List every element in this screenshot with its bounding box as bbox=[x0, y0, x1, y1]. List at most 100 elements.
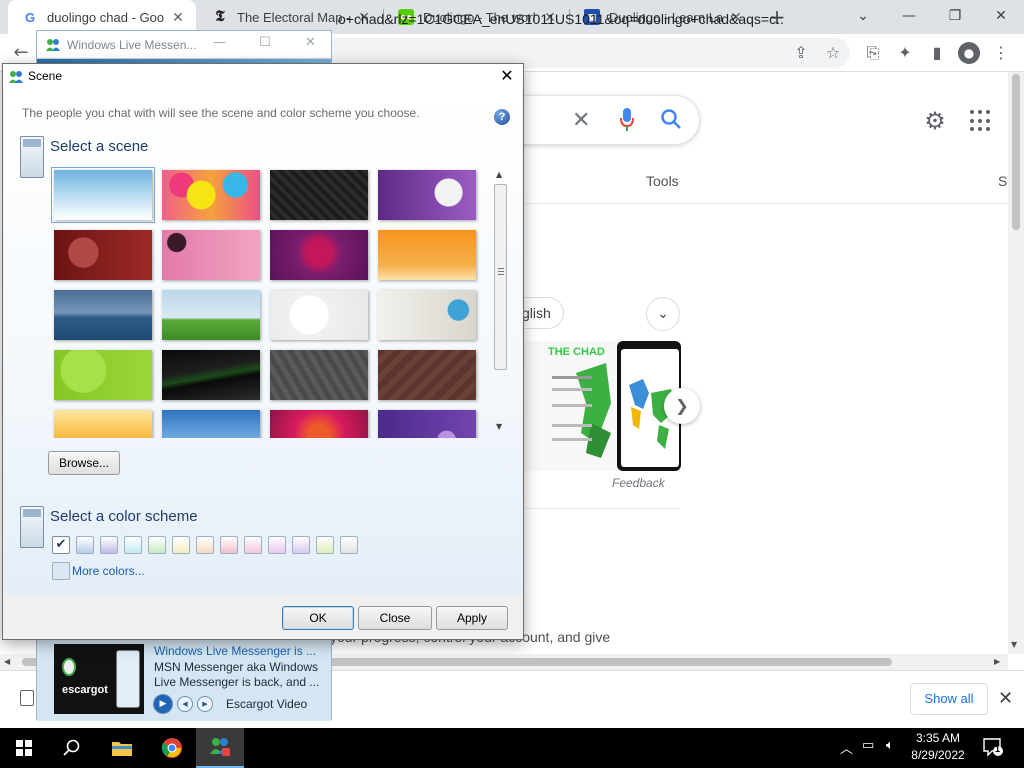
taskbar-clock[interactable]: 3:35 AM 8/29/2022 bbox=[900, 730, 976, 764]
scene-thumbnail-colorful-swirls[interactable] bbox=[162, 170, 260, 220]
color-swatch-pink[interactable] bbox=[244, 536, 262, 554]
scene-thumbnail-green-field[interactable] bbox=[162, 290, 260, 340]
ok-button[interactable]: OK bbox=[282, 606, 354, 630]
tab-duolingo-chad-search[interactable]: G duolingo chad - Google Search ✕ bbox=[8, 0, 196, 34]
back-arrow-icon[interactable]: ← bbox=[10, 42, 32, 64]
share-icon[interactable]: ⇪ bbox=[790, 42, 812, 64]
color-swatch-lime[interactable] bbox=[316, 536, 334, 554]
color-swatch-lavender[interactable] bbox=[292, 536, 310, 554]
color-swatch-cyan[interactable] bbox=[124, 536, 142, 554]
scene-thumbnail-black-green[interactable] bbox=[162, 350, 260, 400]
scene-thumbnail-magenta-flower[interactable] bbox=[270, 230, 368, 280]
scene-thumbnail-pink-burst[interactable] bbox=[270, 410, 368, 438]
restore-icon[interactable]: ❐ bbox=[932, 0, 978, 32]
tab-search-chevron-icon[interactable]: ⌄ bbox=[840, 0, 886, 32]
color-swatch-blue[interactable] bbox=[76, 536, 94, 554]
scene-thumbnail-brown-pattern[interactable] bbox=[378, 350, 476, 400]
scene-thumbnail-orange-grass[interactable] bbox=[378, 230, 476, 280]
minimize-icon[interactable]: — bbox=[213, 35, 226, 50]
help-icon[interactable]: ? bbox=[494, 109, 510, 125]
scene-thumbnail-pink-dots[interactable] bbox=[162, 230, 260, 280]
close-window-icon[interactable]: ✕ bbox=[978, 0, 1024, 32]
menu-kebab-icon[interactable]: ⋮ bbox=[990, 42, 1012, 64]
color-swatch-magenta[interactable] bbox=[268, 536, 286, 554]
color-swatch-default-check[interactable]: ✔ bbox=[52, 536, 70, 554]
color-swatch-yellow[interactable] bbox=[172, 536, 190, 554]
carousel-next-chevron-icon[interactable]: ❯ bbox=[664, 388, 700, 424]
show-all-downloads-button[interactable]: Show all bbox=[910, 683, 988, 715]
messenger-title-bar[interactable]: Windows Live Messen... — ☐ ✕ bbox=[37, 31, 331, 59]
google-apps-grid-icon[interactable] bbox=[970, 110, 992, 132]
color-swatch-green[interactable] bbox=[148, 536, 166, 554]
scroll-right-arrow-icon[interactable]: ▶ bbox=[994, 657, 1000, 666]
scene-thumbnail-dark-pattern[interactable] bbox=[270, 170, 368, 220]
color-swatch-peach[interactable] bbox=[196, 536, 214, 554]
scene-thumbnail-love-red[interactable] bbox=[54, 230, 152, 280]
scene-list-scrollbar[interactable]: ▲ ▼ bbox=[492, 166, 510, 434]
scene-thumbnail-sky-blue[interactable] bbox=[51, 167, 155, 223]
close-icon[interactable]: ✕ bbox=[497, 66, 517, 86]
escargot-video-thumbnail[interactable]: escargot bbox=[54, 644, 144, 714]
minimize-icon[interactable]: — bbox=[886, 0, 932, 32]
previous-icon[interactable]: ◀ bbox=[177, 696, 193, 712]
scene-thumbnail-lime-green[interactable] bbox=[54, 350, 152, 400]
scene-thumbnail-white-floral[interactable] bbox=[270, 290, 368, 340]
color-swatch-rose[interactable] bbox=[220, 536, 238, 554]
file-explorer-taskbar-button[interactable] bbox=[98, 728, 146, 768]
close-download-bar-icon[interactable]: ✕ bbox=[998, 688, 1013, 709]
volume-icon[interactable]: 🔈︎ bbox=[886, 738, 894, 753]
search-icon[interactable] bbox=[660, 108, 682, 130]
start-button[interactable] bbox=[0, 728, 48, 768]
url-text[interactable]: o+chad&rlz=1C1GCEA_enUS1011US1011&oq=duo… bbox=[338, 11, 783, 27]
scene-thumbnail-chameleon[interactable] bbox=[378, 290, 476, 340]
scroll-left-arrow-icon[interactable]: ◀ bbox=[4, 657, 10, 666]
scrollbar-thumb[interactable] bbox=[494, 184, 507, 370]
search-taskbar-button[interactable] bbox=[48, 728, 96, 768]
scene-thumbnail-sea-plane[interactable] bbox=[54, 290, 152, 340]
show-hidden-icons-chevron-icon[interactable]: ︿ bbox=[840, 738, 853, 757]
scroll-down-arrow-icon[interactable]: ▼ bbox=[496, 422, 502, 431]
safesearch-tab-cut[interactable]: S bbox=[998, 173, 1007, 189]
color-swatch-gray[interactable] bbox=[340, 536, 358, 554]
expand-chevron-icon[interactable]: ⌄ bbox=[646, 297, 680, 331]
page-vertical-scrollbar[interactable] bbox=[1008, 72, 1024, 654]
color-swatch-violet[interactable] bbox=[100, 536, 118, 554]
tools-tab[interactable]: Tools bbox=[646, 173, 679, 189]
bookmark-star-icon[interactable]: ☆ bbox=[822, 42, 844, 64]
extensions-puzzle-icon[interactable]: ✦ bbox=[894, 42, 916, 64]
action-center-icon[interactable]: 1 bbox=[982, 737, 1004, 757]
chrome-taskbar-button[interactable] bbox=[148, 728, 196, 768]
close-icon[interactable]: ✕ bbox=[305, 35, 316, 50]
scene-thumbnail-blue-mountains[interactable] bbox=[162, 410, 260, 438]
clipboard-icon[interactable]: ⎘ bbox=[862, 42, 884, 64]
clear-search-icon[interactable]: ✕ bbox=[572, 108, 590, 133]
play-icon[interactable]: ▶ bbox=[153, 694, 173, 714]
scene-thumbnail-autumn-tree[interactable] bbox=[54, 410, 152, 438]
chad-infographic-image[interactable]: THE CHAD bbox=[524, 341, 619, 471]
scroll-up-arrow-icon[interactable]: ▲ bbox=[496, 170, 502, 179]
next-icon[interactable]: ▶ bbox=[197, 696, 213, 712]
more-colors-link[interactable]: More colors... bbox=[72, 564, 145, 578]
messenger-news-item[interactable]: escargot Windows Live Messenger is ... M… bbox=[37, 635, 331, 721]
scene-thumbnail-gray-hex[interactable] bbox=[270, 350, 368, 400]
downloaded-file-icon[interactable] bbox=[20, 690, 34, 706]
maximize-icon[interactable]: ☐ bbox=[259, 35, 271, 50]
scrollbar-thumb[interactable] bbox=[1012, 74, 1020, 230]
scene-dialog-title-bar[interactable]: Scene ✕ bbox=[3, 64, 523, 90]
news-title-link[interactable]: Windows Live Messenger is ... bbox=[154, 644, 324, 658]
settings-gear-icon[interactable]: ⚙ bbox=[922, 108, 948, 134]
scroll-down-arrow-icon[interactable]: ▼ bbox=[1011, 640, 1017, 649]
apply-button[interactable]: Apply bbox=[436, 606, 508, 630]
close-button[interactable]: Close bbox=[358, 606, 432, 630]
side-panel-icon[interactable]: ▮ bbox=[926, 42, 948, 64]
more-colors-swatch[interactable] bbox=[52, 562, 70, 580]
close-tab-icon[interactable]: ✕ bbox=[170, 9, 186, 26]
profile-avatar-icon[interactable]: ● bbox=[958, 42, 980, 64]
network-icon[interactable]: ▭ bbox=[862, 738, 874, 753]
scene-thumbnail-purple-swirl[interactable] bbox=[378, 410, 476, 438]
voice-search-mic-icon[interactable] bbox=[620, 108, 634, 132]
feedback-link[interactable]: Feedback bbox=[612, 476, 665, 490]
scene-thumbnail-skull-purple[interactable] bbox=[378, 170, 476, 220]
messenger-taskbar-button[interactable] bbox=[196, 728, 244, 768]
browse-button[interactable]: Browse... bbox=[48, 451, 120, 475]
